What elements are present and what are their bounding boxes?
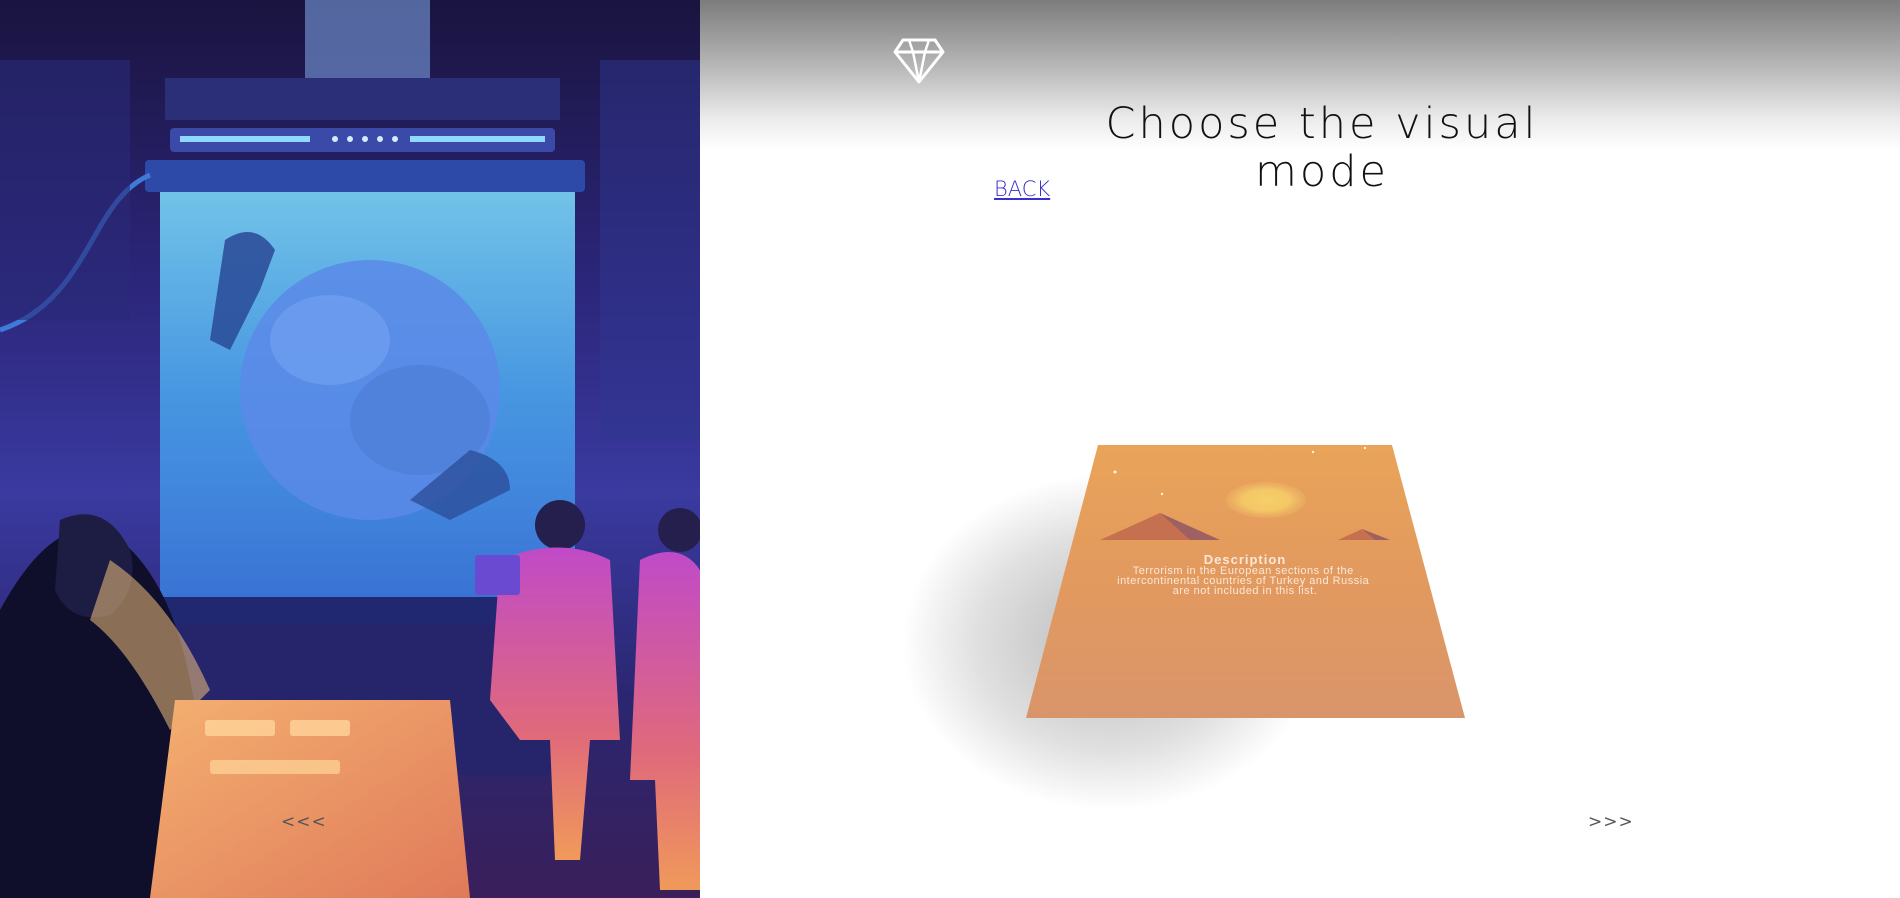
sun-icon	[1226, 482, 1306, 518]
star-icon	[1113, 470, 1117, 474]
hero-illustration	[0, 0, 700, 898]
prev-mode-button[interactable]: <<<	[281, 812, 327, 832]
star-icon	[1363, 446, 1367, 450]
mode-card[interactable]: Description Terrorism in the European se…	[700, 400, 1900, 820]
back-link[interactable]: BACK	[994, 177, 1050, 201]
star-icon	[1160, 492, 1164, 496]
star-icon	[1311, 450, 1315, 454]
next-mode-button[interactable]: >>>	[1588, 812, 1634, 832]
mode-card-carousel: Description Terrorism in the European se…	[700, 400, 1900, 820]
page-title: Choose the visual mode	[1105, 99, 1539, 197]
diamond-icon[interactable]	[893, 36, 945, 86]
mode-selection-panel: Choose the visual mode BACK Description …	[700, 0, 1900, 898]
lab-scene-illustration	[0, 0, 700, 898]
card-text-line: are not included in this list.	[1173, 585, 1318, 597]
